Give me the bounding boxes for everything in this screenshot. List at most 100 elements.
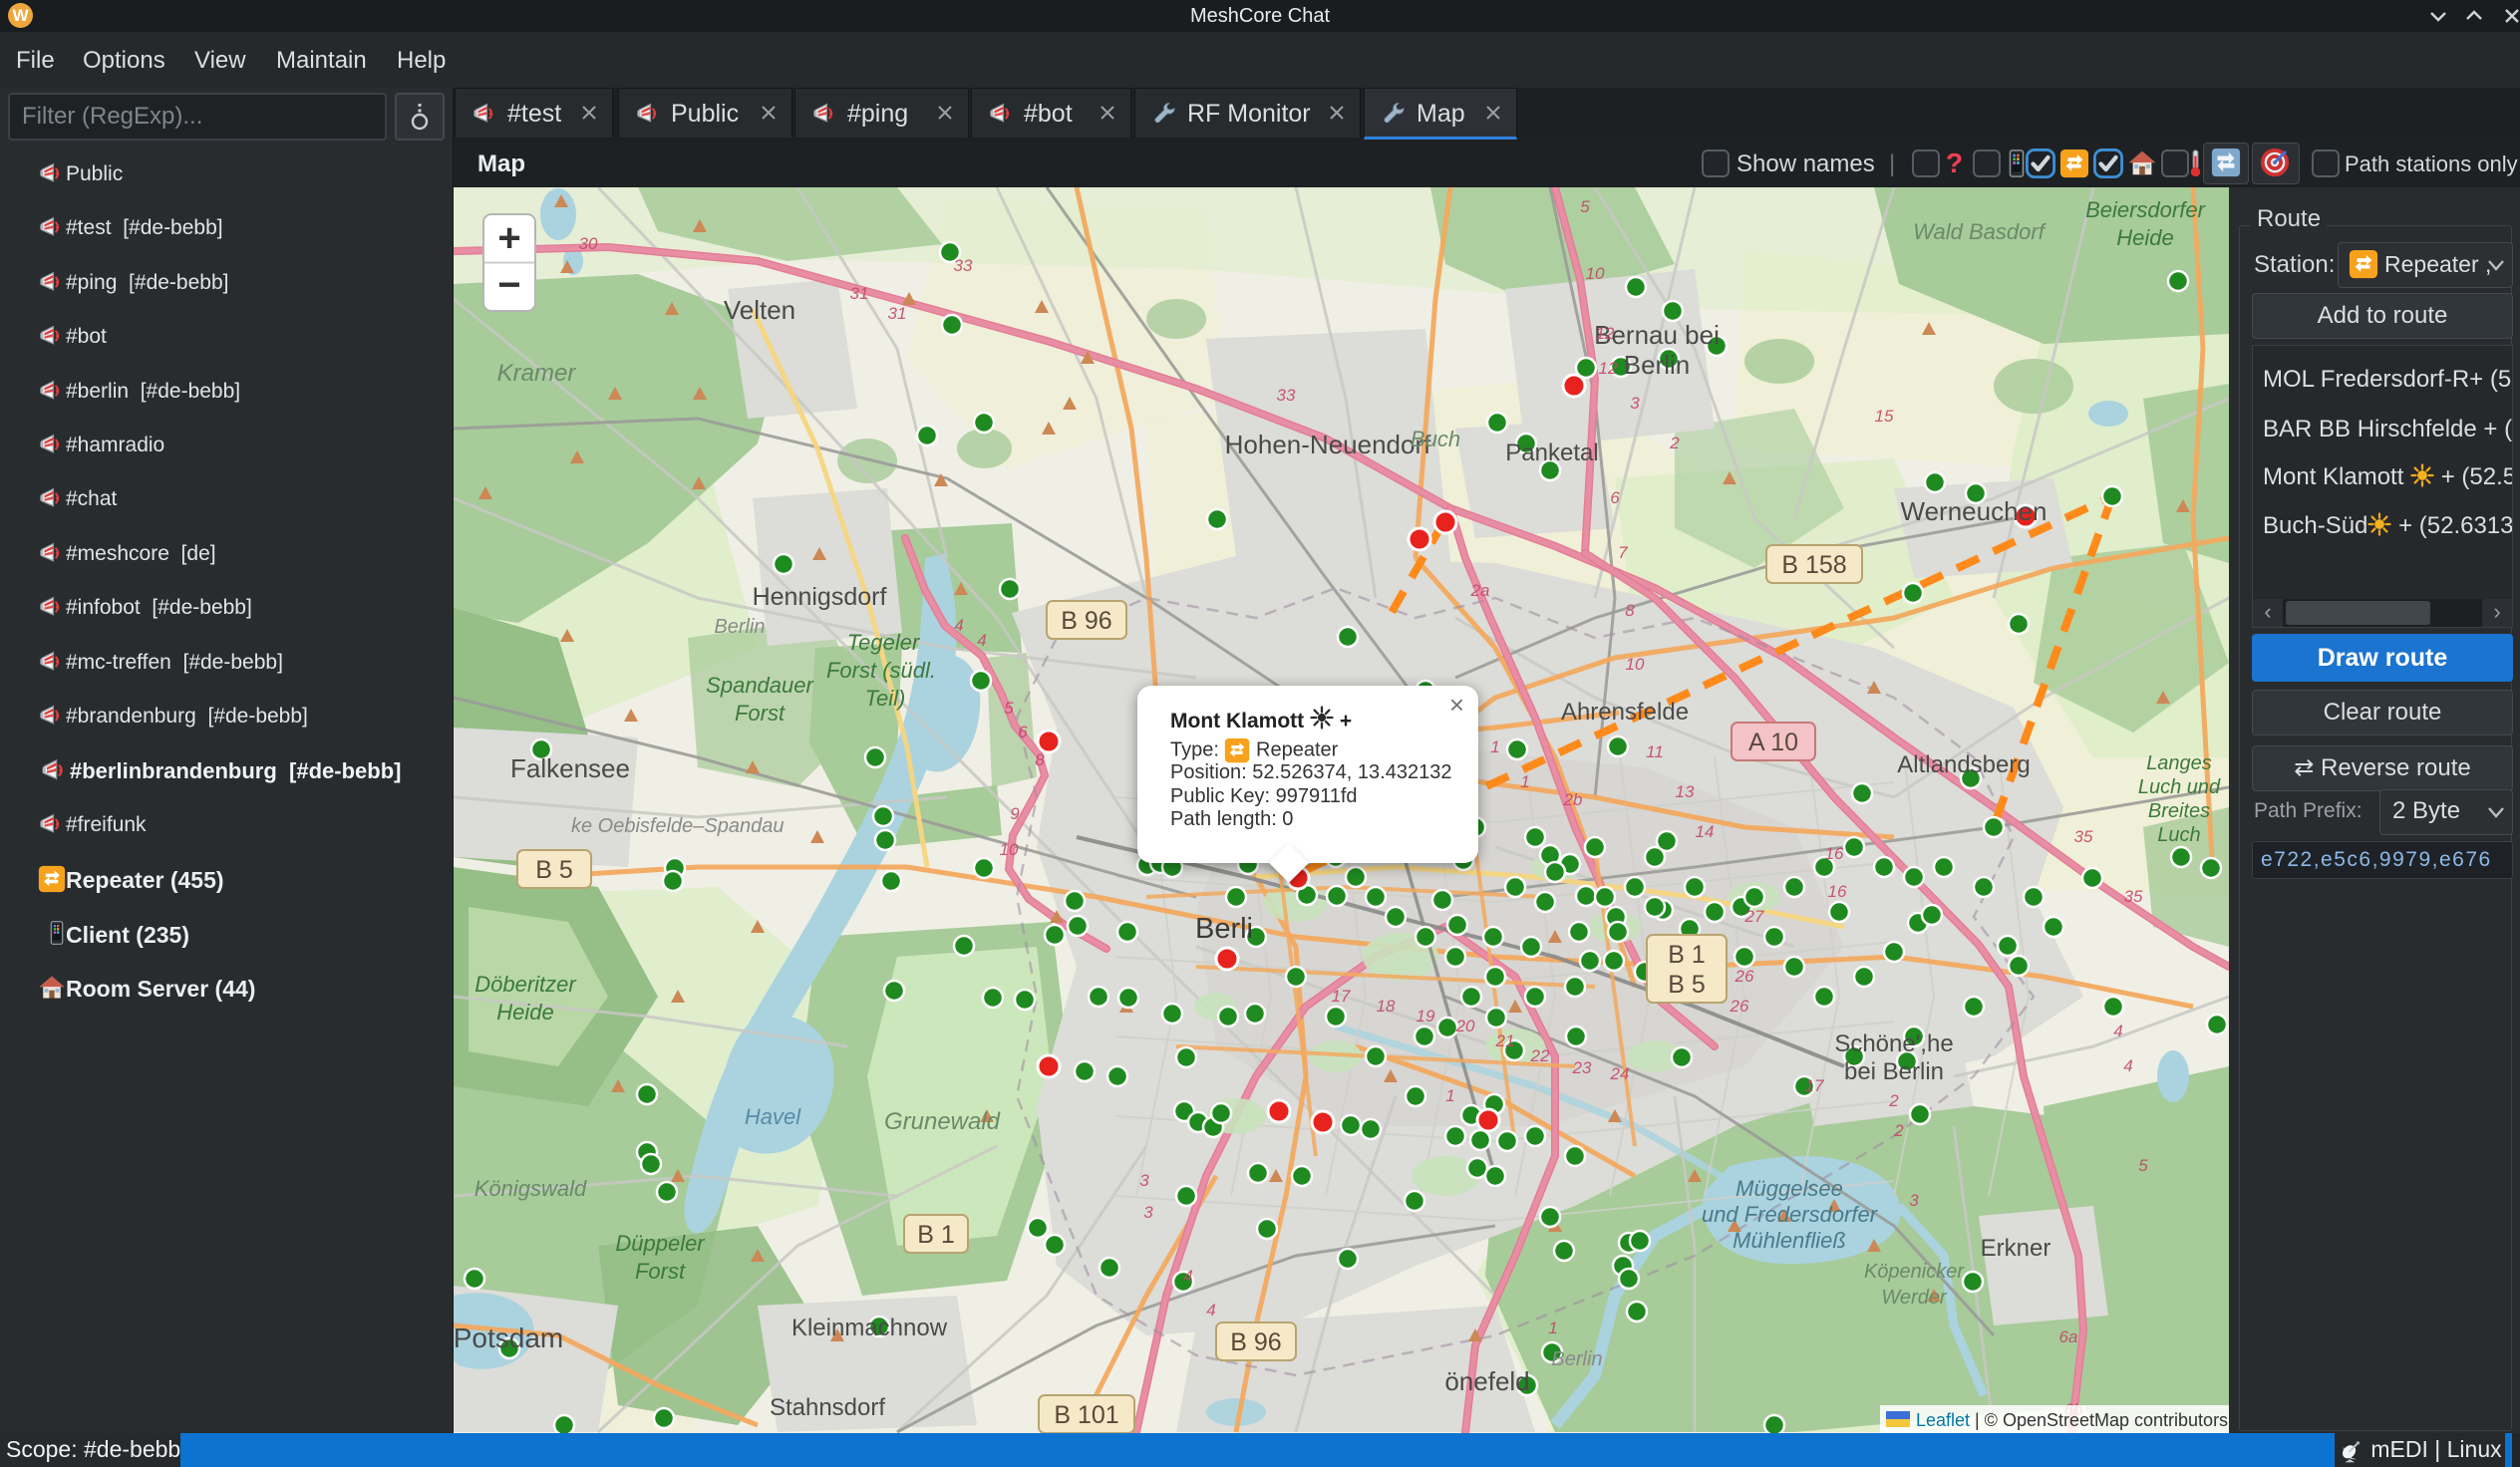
svg-text:Grunewald: Grunewald [884, 1108, 1001, 1135]
svg-text:Forst (südl.: Forst (südl. [826, 658, 936, 683]
svg-text:Werneuchen: Werneuchen [1901, 496, 2048, 526]
svg-text:10: 10 [1586, 264, 1605, 283]
svg-text:Döberitzer: Döberitzer [474, 972, 577, 997]
svg-text:Mühlenfließ: Mühlenfließ [1732, 1228, 1846, 1253]
svg-text:2: 2 [1888, 1091, 1899, 1110]
svg-text:3: 3 [1630, 394, 1640, 413]
svg-text:15: 15 [1875, 407, 1894, 426]
svg-text:22: 22 [1530, 1046, 1550, 1065]
svg-text:10: 10 [1000, 840, 1019, 859]
svg-text:−: − [497, 263, 520, 307]
svg-text:Stahnsdorf: Stahnsdorf [770, 1394, 885, 1421]
svg-text:17: 17 [1805, 1076, 1824, 1095]
svg-text:14: 14 [1696, 822, 1715, 841]
svg-text:8: 8 [1035, 750, 1045, 769]
svg-text:Leaflet: Leaflet [1916, 1410, 1970, 1430]
svg-text:Forst: Forst [635, 1259, 686, 1284]
svg-text:Wald Basdorf: Wald Basdorf [1913, 219, 2048, 244]
svg-text:6a: 6a [2059, 1327, 2078, 1346]
svg-text:Havel: Havel [745, 1104, 801, 1129]
svg-text:24: 24 [1610, 1064, 1630, 1083]
svg-text:Velten: Velten [724, 295, 795, 325]
svg-text:Müggelsee: Müggelsee [1735, 1176, 1843, 1201]
svg-text:A 10: A 10 [1748, 729, 1798, 756]
svg-text:30: 30 [579, 234, 598, 253]
svg-text:20: 20 [1455, 1017, 1475, 1035]
svg-text:19: 19 [1417, 1007, 1435, 1026]
svg-text:Forst: Forst [735, 701, 786, 726]
svg-text:Hennigsdorf: Hennigsdorf [753, 583, 887, 611]
svg-text:4: 4 [1183, 1267, 1192, 1286]
svg-text:+: + [497, 216, 520, 260]
svg-text:Ahrensfelde: Ahrensfelde [1561, 699, 1689, 726]
svg-text:12: 12 [1596, 324, 1615, 343]
svg-text:Werder: Werder [1881, 1287, 1948, 1309]
svg-text:7: 7 [1618, 543, 1628, 562]
svg-text:1: 1 [1490, 737, 1499, 756]
svg-text:B 5: B 5 [1668, 971, 1706, 999]
svg-text:Spandauer: Spandauer [706, 673, 814, 698]
svg-text:Beiersdorfer: Beiersdorfer [2085, 197, 2207, 222]
svg-text:8: 8 [1625, 601, 1635, 620]
svg-text:Hohen-Neuendorf: Hohen-Neuendorf [1225, 430, 1431, 459]
svg-text:26: 26 [1730, 997, 1749, 1016]
svg-text:Kleinmachnow: Kleinmachnow [791, 1315, 948, 1341]
svg-text:Altlandsberg: Altlandsberg [1897, 751, 2030, 778]
svg-text:Düppeler: Düppeler [615, 1231, 706, 1256]
svg-text:17: 17 [1332, 987, 1351, 1006]
svg-text:B 1: B 1 [917, 1221, 955, 1249]
svg-text:B 158: B 158 [1781, 551, 1846, 579]
svg-text:Berlin: Berlin [1624, 350, 1690, 380]
svg-text:4: 4 [2113, 1022, 2122, 1040]
svg-text:1: 1 [1520, 772, 1529, 791]
svg-text:bei Berlin: bei Berlin [1844, 1058, 1944, 1085]
svg-text:Teil): Teil) [865, 686, 906, 711]
svg-text:Breites: Breites [2148, 800, 2210, 822]
svg-text:ke Oebisfelde–Spandau: ke Oebisfelde–Spandau [571, 815, 785, 837]
svg-text:6: 6 [1610, 488, 1620, 507]
svg-text:12: 12 [1599, 359, 1618, 378]
svg-text:2: 2 [1893, 1121, 1904, 1140]
svg-text:21: 21 [1495, 1031, 1515, 1050]
svg-text:31: 31 [888, 304, 907, 323]
svg-text:Berlin: Berlin [1551, 1348, 1602, 1370]
svg-text:11: 11 [1646, 742, 1664, 761]
svg-text:Tegeler: Tegeler [847, 630, 921, 655]
svg-text:und Fredersdorfer: und Fredersdorfer [1702, 1202, 1879, 1227]
svg-text:26: 26 [1734, 967, 1754, 986]
svg-text:2a: 2a [1470, 581, 1490, 600]
svg-text:Berlin: Berlin [714, 616, 765, 638]
svg-text:4: 4 [1206, 1301, 1215, 1320]
svg-text:Heide: Heide [2116, 225, 2173, 250]
svg-text:5: 5 [2138, 1156, 2148, 1175]
svg-text:33: 33 [954, 256, 973, 275]
svg-text:Heide: Heide [496, 1000, 553, 1025]
svg-text:4: 4 [977, 631, 986, 650]
svg-text:31: 31 [850, 284, 869, 303]
svg-text:Luch und: Luch und [2138, 776, 2221, 798]
svg-text:Kramer: Kramer [497, 360, 577, 387]
svg-text:4: 4 [2123, 1056, 2132, 1075]
svg-text:B 96: B 96 [1230, 1328, 1281, 1356]
svg-text:Köpenicker: Köpenicker [1864, 1261, 1965, 1283]
svg-text:4: 4 [954, 616, 963, 635]
svg-text:önefeld: önefeld [1444, 1366, 1529, 1396]
svg-text:B 101: B 101 [1054, 1401, 1118, 1429]
svg-text:33: 33 [1277, 386, 1296, 405]
svg-text:| © OpenStreetMap contributors: | © OpenStreetMap contributors [1975, 1410, 2228, 1430]
svg-text:23: 23 [1572, 1058, 1592, 1077]
svg-text:Langes: Langes [2146, 752, 2212, 774]
svg-text:6: 6 [1018, 723, 1028, 741]
svg-text:Schöne',he: Schöne',he [1834, 1030, 1953, 1057]
svg-text:Königswald: Königswald [474, 1176, 587, 1201]
svg-text:5: 5 [1004, 699, 1014, 718]
svg-text:Panketal: Panketal [1505, 440, 1598, 466]
svg-text:13: 13 [1676, 782, 1695, 801]
svg-text:Falkensee: Falkensee [510, 753, 630, 783]
svg-text:Luch: Luch [2157, 824, 2200, 846]
svg-text:5: 5 [1580, 197, 1590, 216]
svg-text:35: 35 [2074, 827, 2093, 846]
svg-text:3: 3 [1139, 1171, 1149, 1190]
svg-text:Potsdam: Potsdam [454, 1322, 563, 1353]
svg-text:2: 2 [1669, 434, 1680, 452]
